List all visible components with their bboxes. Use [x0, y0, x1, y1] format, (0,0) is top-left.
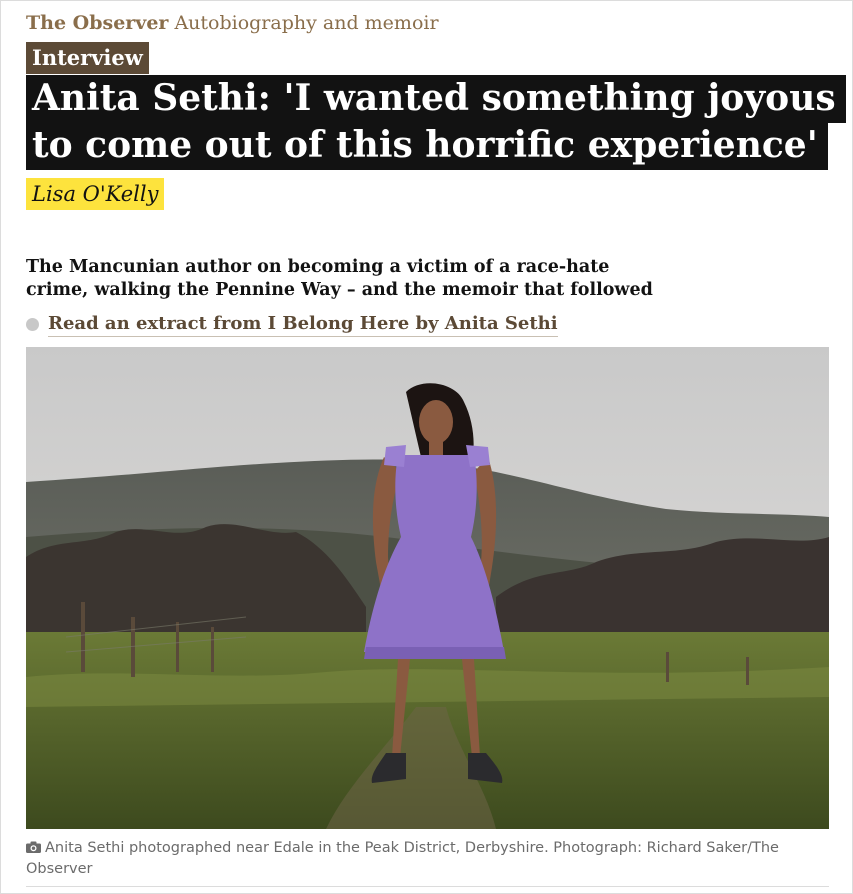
main-photo[interactable]: [26, 347, 829, 829]
series-header: The Observer Autobiography and memoir: [26, 10, 439, 36]
camera-icon: [26, 841, 41, 853]
related-article-link[interactable]: Read an extract from I Belong Here by An…: [48, 312, 558, 337]
caption-text: Anita Sethi photographed near Edale in t…: [26, 840, 779, 877]
section-link[interactable]: Autobiography and memoir: [174, 12, 438, 34]
article-standfirst: The Mancunian author on becoming a victi…: [26, 257, 653, 300]
article-kicker: Interview: [26, 42, 149, 74]
headline-text: Anita Sethi: 'I wanted something joyous …: [26, 75, 846, 170]
main-photo-image: [26, 347, 829, 829]
article-headline: Anita Sethi: 'I wanted something joyous …: [26, 75, 846, 170]
divider: [26, 886, 829, 887]
bullet-dot-icon: [26, 318, 39, 331]
photo-caption: Anita Sethi photographed near Edale in t…: [26, 838, 806, 880]
publication-link[interactable]: The Observer: [26, 12, 168, 34]
related-link-row: Read an extract from I Belong Here by An…: [26, 312, 558, 337]
author-byline[interactable]: Lisa O'Kelly: [26, 178, 165, 210]
